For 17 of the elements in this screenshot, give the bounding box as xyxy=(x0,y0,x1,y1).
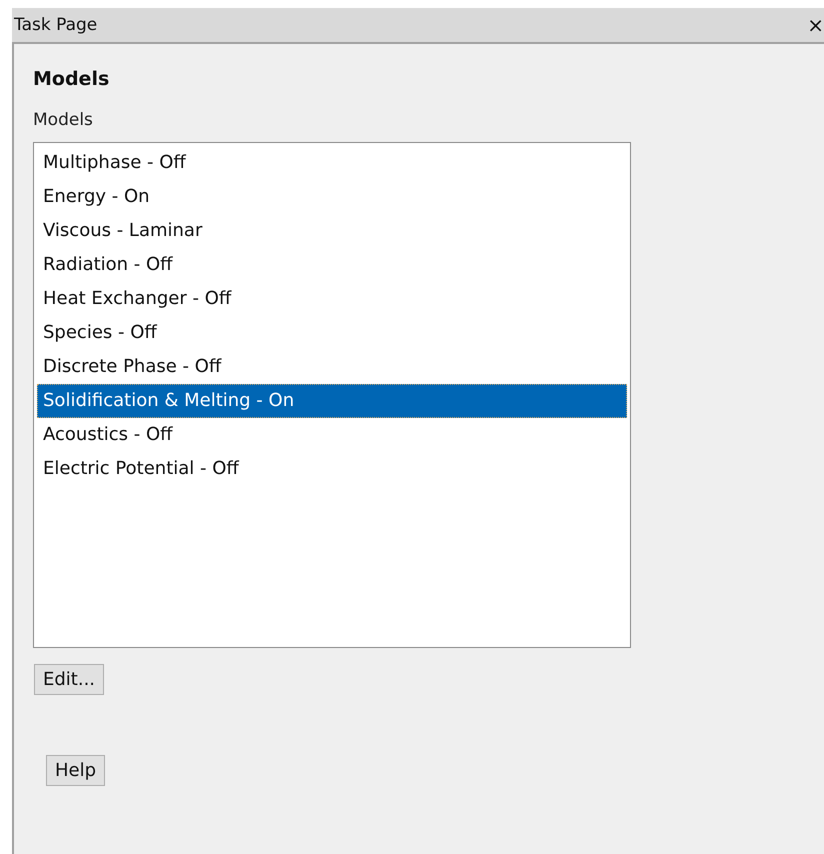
list-item[interactable]: Multiphase - Off xyxy=(37,146,627,180)
list-item[interactable]: Radiation - Off xyxy=(37,248,627,282)
list-item[interactable]: Electric Potential - Off xyxy=(37,452,627,486)
models-list[interactable]: Multiphase - Off Energy - On Viscous - Laminar Radiation - Off Heat Exchanger - Off Species - Off Discrete Phase - Off Solidification & Melting - On Acoustics - Off Electric Potential - Off xyxy=(33,142,631,648)
list-item[interactable]: Energy - On xyxy=(37,180,627,214)
list-item[interactable]: Solidification & Melting - On xyxy=(37,384,627,418)
list-item[interactable]: Heat Exchanger - Off xyxy=(37,282,627,316)
list-item[interactable]: Species - Off xyxy=(37,316,627,350)
list-item[interactable]: Discrete Phase - Off xyxy=(37,350,627,384)
list-label: Models xyxy=(33,110,93,130)
edit-button[interactable]: Edit... xyxy=(34,664,104,695)
list-item[interactable]: Acoustics - Off xyxy=(37,418,627,452)
help-button[interactable]: Help xyxy=(46,755,106,786)
section-heading: Models xyxy=(33,68,110,90)
close-icon[interactable]: × xyxy=(807,13,824,37)
list-item[interactable]: Viscous - Laminar xyxy=(37,214,627,248)
window-title: Task Page xyxy=(14,15,98,35)
